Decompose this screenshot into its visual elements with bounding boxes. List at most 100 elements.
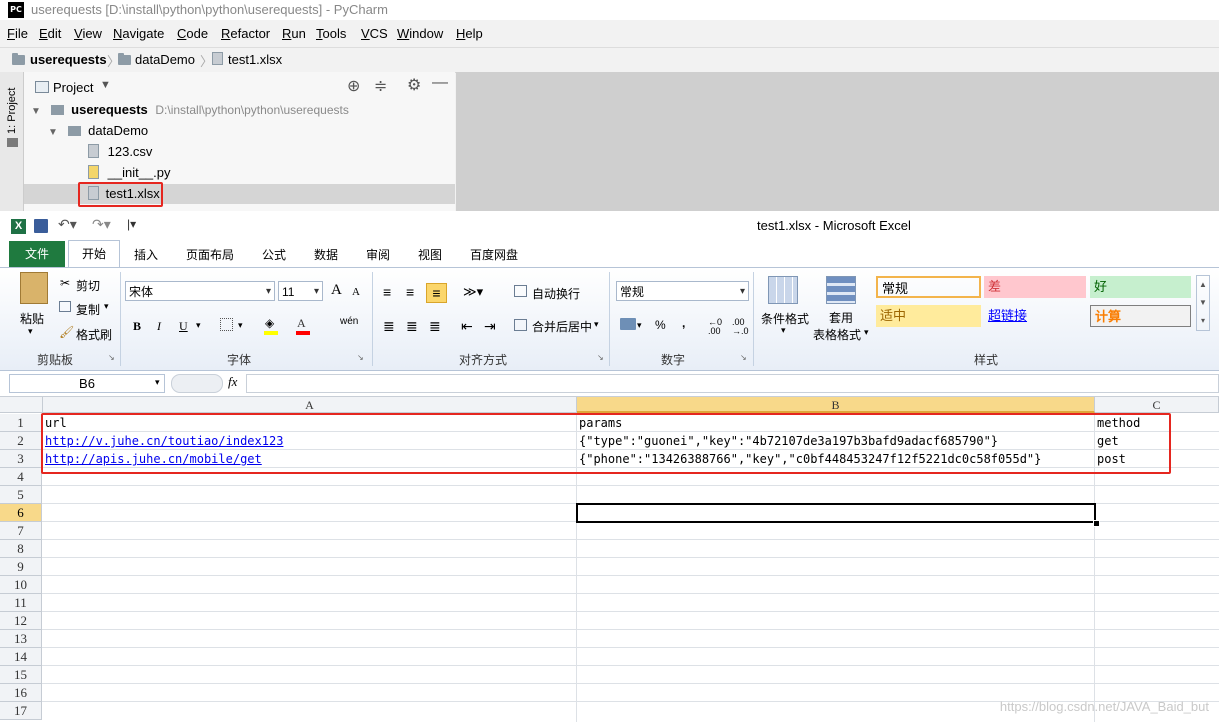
chevron-down-icon[interactable]: ▾ — [155, 377, 160, 388]
font-color-icon[interactable]: A — [297, 316, 306, 331]
tab-page-layout[interactable]: 页面布局 — [186, 246, 234, 263]
style-calculation[interactable]: 计算 — [1090, 305, 1191, 327]
paste-button[interactable]: 粘贴 — [20, 310, 44, 327]
column-header[interactable]: A — [43, 397, 577, 413]
menu-run[interactable]: Run — [282, 26, 306, 41]
format-as-table-button[interactable]: 套用 — [829, 309, 853, 326]
menu-window[interactable]: Window — [397, 26, 443, 41]
align-center-icon[interactable]: ≣ — [406, 318, 418, 335]
grow-font-button[interactable]: A — [331, 282, 342, 299]
style-bad[interactable]: 差 — [984, 276, 1086, 298]
chevron-down-icon[interactable]: ▾ — [104, 301, 109, 312]
row-header[interactable]: 14 — [0, 648, 42, 666]
redo-icon[interactable]: ↷▾ — [92, 216, 111, 233]
conditional-format-icon[interactable] — [768, 276, 798, 304]
row-header[interactable]: 2 — [0, 432, 42, 450]
dialog-launcher-icon[interactable]: ↘ — [597, 353, 604, 362]
chevron-down-icon[interactable]: ▾ — [781, 325, 786, 336]
chevron-down-icon[interactable]: ▾ — [196, 320, 201, 331]
menu-edit[interactable]: Edit — [39, 26, 61, 41]
menu-code[interactable]: Code — [177, 26, 208, 41]
undo-icon[interactable]: ↶▾ — [58, 216, 77, 233]
copy-button[interactable]: 复制 — [76, 301, 100, 318]
font-size-select[interactable]: 11 — [278, 281, 323, 302]
row-header[interactable]: 12 — [0, 612, 42, 630]
align-middle-icon[interactable]: ≡ — [406, 284, 414, 300]
menu-navigate[interactable]: Navigate — [113, 26, 164, 41]
row-header[interactable]: 16 — [0, 684, 42, 702]
row-header[interactable]: 15 — [0, 666, 42, 684]
tree-file[interactable]: 123.csv — [88, 142, 152, 162]
name-box[interactable]: B6 — [9, 374, 165, 393]
fill-handle[interactable] — [1093, 520, 1100, 527]
font-name-select[interactable]: 宋体 — [125, 281, 275, 302]
format-painter-button[interactable]: 格式刷 — [76, 326, 112, 343]
decrease-indent-icon[interactable]: ⇤ — [461, 318, 473, 335]
align-top-icon[interactable]: ≡ — [383, 284, 391, 300]
row-header[interactable]: 9 — [0, 558, 42, 576]
save-icon[interactable] — [34, 219, 48, 233]
style-hyperlink[interactable]: 超链接 — [984, 305, 1086, 327]
orientation-icon[interactable]: ≫▾ — [463, 284, 483, 300]
tree-root[interactable]: ▼ userequests D:\install\python\python\u… — [31, 100, 349, 120]
bold-button[interactable]: B — [133, 319, 141, 334]
menu-vcs[interactable]: VCS — [361, 26, 388, 41]
menu-tools[interactable]: Tools — [316, 26, 346, 41]
dialog-launcher-icon[interactable]: ↘ — [357, 353, 364, 362]
chevron-down-icon[interactable]: ▾ — [594, 319, 599, 330]
menu-refactor[interactable]: Refactor — [221, 26, 270, 41]
cut-icon[interactable]: ✂ — [60, 276, 70, 290]
collapse-all-icon[interactable]: ≑ — [374, 76, 387, 96]
gear-icon[interactable]: ⚙ — [407, 75, 421, 95]
style-good[interactable]: 好 — [1090, 276, 1191, 298]
cut-button[interactable]: 剪切 — [76, 277, 100, 294]
row-header[interactable]: 4 — [0, 468, 42, 486]
tree-file[interactable]: __init__.py — [88, 163, 171, 183]
chevron-down-icon[interactable]: ▾ — [864, 327, 869, 338]
tab-review[interactable]: 审阅 — [366, 246, 390, 263]
align-left-icon[interactable]: ≣ — [383, 318, 395, 335]
fill-color-icon[interactable] — [264, 331, 278, 335]
tab-view[interactable]: 视图 — [418, 246, 442, 263]
column-header-active[interactable]: B — [577, 397, 1095, 413]
styles-scroll-icon[interactable]: ▲ ▼ ▾ — [1196, 275, 1210, 331]
formula-input[interactable] — [246, 374, 1219, 393]
comma-button[interactable]: , — [682, 316, 685, 330]
breadcrumb-folder[interactable]: dataDemo — [135, 52, 195, 67]
tab-home[interactable]: 开始 — [68, 240, 120, 268]
row-header[interactable]: 13 — [0, 630, 42, 648]
style-normal[interactable]: 常规 — [876, 276, 981, 298]
menu-view[interactable]: View — [74, 26, 102, 41]
row-header[interactable]: 5 — [0, 486, 42, 504]
paste-icon[interactable] — [20, 272, 48, 304]
decrease-decimal-icon[interactable]: .00 →.0 — [732, 318, 749, 336]
style-neutral[interactable]: 适中 — [876, 305, 981, 327]
breadcrumb-file[interactable]: test1.xlsx — [228, 52, 282, 67]
tab-data[interactable]: 数据 — [314, 246, 338, 263]
shrink-font-button[interactable]: A — [352, 286, 360, 298]
format-as-table-icon[interactable] — [826, 276, 856, 304]
row-header-active[interactable]: 6 — [0, 504, 42, 522]
menu-file[interactable]: File — [7, 26, 28, 41]
breadcrumb-project[interactable]: userequests — [30, 52, 107, 67]
menu-help[interactable]: Help — [456, 26, 483, 41]
chevron-down-icon[interactable]: ▾ — [238, 320, 243, 331]
dialog-launcher-icon[interactable]: ↘ — [108, 353, 115, 362]
merge-center-button[interactable]: 合并后居中 — [532, 318, 592, 335]
customize-toolbar-icon[interactable]: |▾ — [127, 217, 136, 231]
align-right-icon[interactable]: ≣ — [429, 318, 441, 335]
align-bottom-icon[interactable]: ≡ — [426, 283, 447, 303]
row-header[interactable]: 8 — [0, 540, 42, 558]
borders-icon[interactable] — [220, 318, 233, 331]
dialog-launcher-icon[interactable]: ↘ — [740, 353, 747, 362]
italic-button[interactable]: I — [157, 319, 161, 334]
number-format-select[interactable]: 常规 — [616, 281, 749, 302]
hide-panel-icon[interactable]: — — [432, 74, 448, 92]
row-header[interactable]: 17 — [0, 702, 42, 720]
chevron-down-icon[interactable]: ▾ — [637, 320, 642, 331]
tab-file[interactable]: 文件 — [9, 241, 65, 267]
row-header[interactable]: 10 — [0, 576, 42, 594]
currency-icon[interactable] — [620, 318, 636, 330]
project-tool-button[interactable]: 1: Project — [6, 78, 18, 134]
tree-folder[interactable]: ▼ dataDemo — [48, 121, 148, 141]
